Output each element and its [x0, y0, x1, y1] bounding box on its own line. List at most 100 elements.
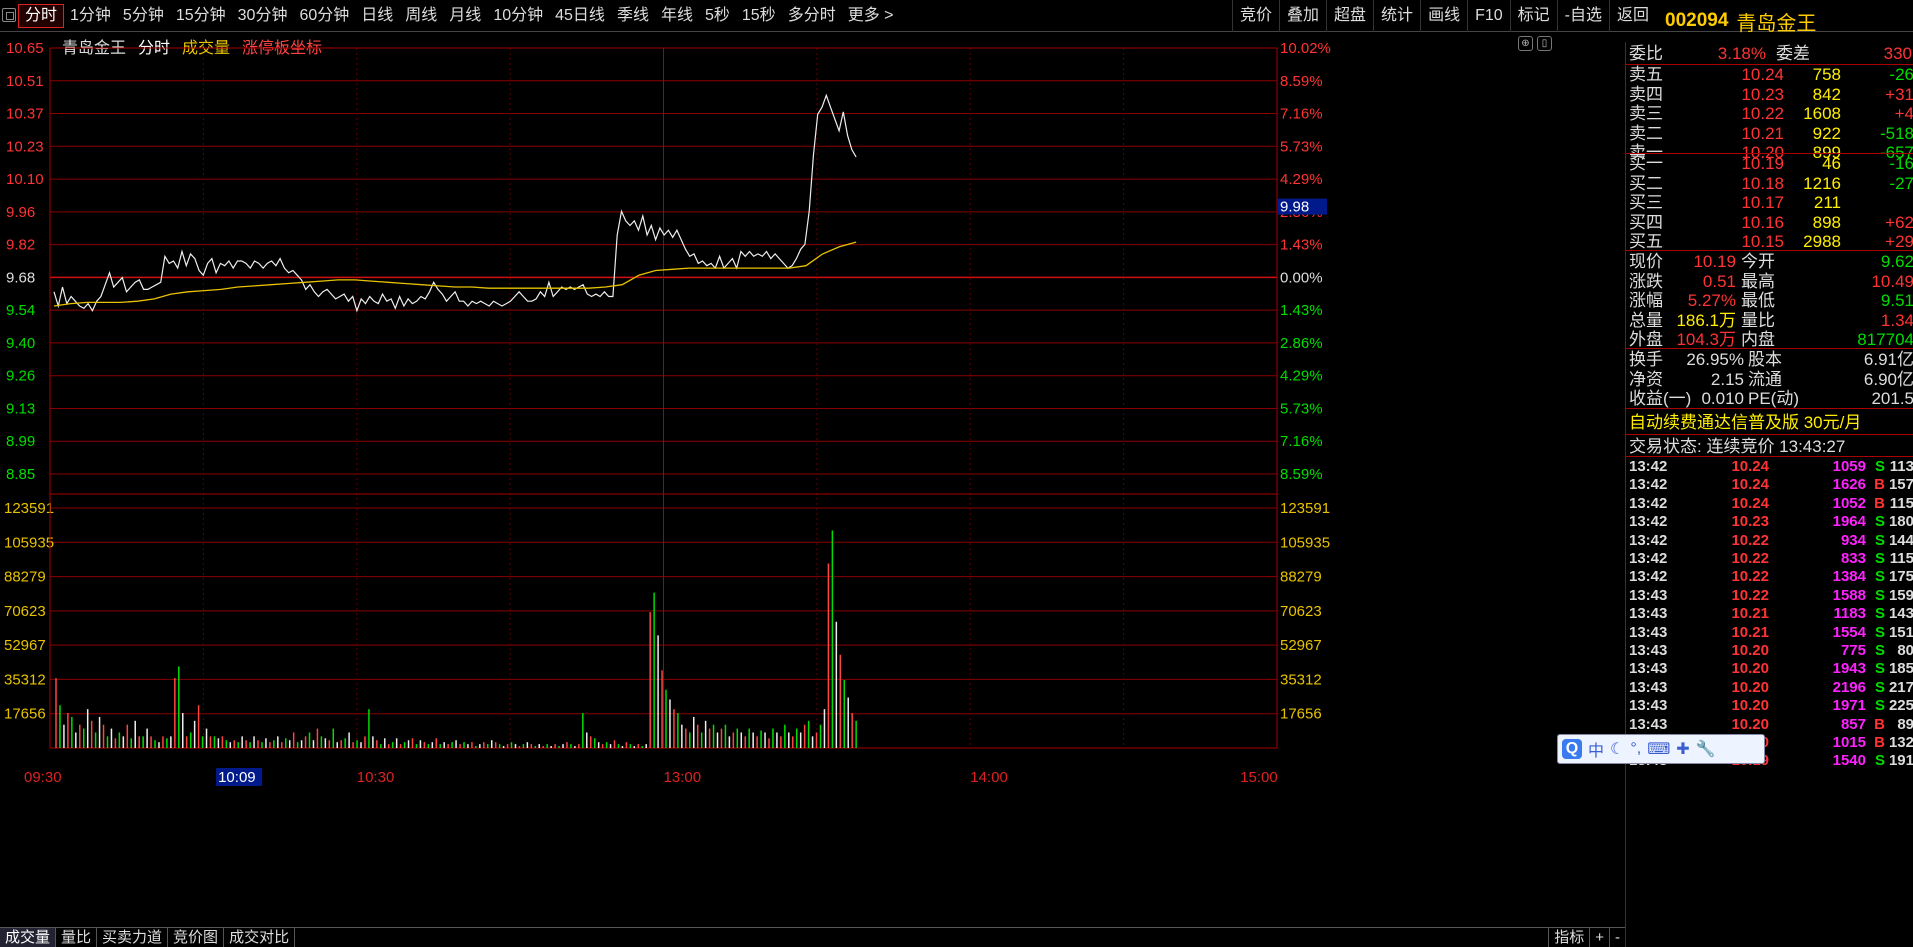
tick-count: 115	[1889, 494, 1913, 512]
pct-tick: 8.59%	[1280, 466, 1323, 483]
period-tab-1[interactable]: 1分钟	[64, 0, 117, 32]
tick-price: 10.20	[1731, 660, 1769, 678]
price-tick: 10.51	[6, 73, 44, 90]
ad-banner[interactable]: 自动续费通达信普及版 30元/月	[1629, 411, 1913, 435]
period-tab-3[interactable]: 15分钟	[170, 0, 232, 32]
ime-toolbar[interactable]: Q 中 ☾ °, ⌨ ✚ 🔧	[1557, 734, 1765, 764]
period-tab-2[interactable]: 5分钟	[117, 0, 170, 32]
toolbar-btn-5[interactable]: F10	[1467, 0, 1510, 32]
tick-volume: 2196	[1832, 678, 1866, 696]
indicator-tab-3[interactable]: 竞价图	[168, 928, 225, 947]
tick-volume: 1384	[1832, 568, 1866, 586]
price-tick: 8.99	[6, 433, 35, 450]
period-tab-10[interactable]: 45日线	[549, 0, 611, 32]
bottom-ctrl-1[interactable]: +	[1589, 928, 1609, 947]
indicator-tab-1[interactable]: 量比	[56, 928, 98, 947]
tick-side: B	[1874, 494, 1885, 512]
period-tab-4[interactable]: 30分钟	[232, 0, 294, 32]
toolbar-btn-2[interactable]: 超盘	[1326, 0, 1373, 32]
tick-count: 180	[1888, 513, 1913, 531]
tools-icon[interactable]: ✚	[1676, 739, 1689, 759]
tick-count: 157	[1888, 476, 1913, 494]
period-tab-6[interactable]: 日线	[355, 0, 399, 32]
tick-volume: 1964	[1832, 513, 1866, 531]
tick-price: 10.20	[1731, 678, 1769, 696]
volume-tick: 35312	[4, 671, 46, 688]
period-tab-11[interactable]: 季线	[611, 0, 655, 32]
tick-side: S	[1874, 697, 1885, 715]
tick-count: 217	[1888, 678, 1913, 696]
bottom-ctrl-2[interactable]: -	[1609, 928, 1625, 947]
tick-time: 13:43	[1629, 623, 1668, 641]
tick-price: 10.24	[1731, 476, 1769, 494]
tick-count: 80	[1897, 642, 1913, 659]
indicator-tab-2[interactable]: 买卖力道	[97, 928, 169, 947]
keyboard-icon[interactable]: ⌨	[1647, 739, 1670, 759]
volume-tick-right: 52967	[1280, 637, 1322, 654]
toolbar-btn-3[interactable]: 统计	[1373, 0, 1420, 32]
ime-logo-icon[interactable]: Q	[1562, 739, 1582, 759]
volume-tick-right: 17656	[1280, 706, 1322, 723]
punctuation-icon[interactable]: °,	[1630, 740, 1641, 758]
tick-price: 10.20	[1731, 697, 1769, 715]
period-tab-5[interactable]: 60分钟	[293, 0, 355, 32]
tick-count: 132	[1888, 734, 1913, 751]
period-tab-13[interactable]: 5秒	[699, 0, 736, 32]
tick-price: 10.20	[1731, 642, 1769, 659]
period-tab-8[interactable]: 月线	[443, 0, 487, 32]
indicator-tab-4[interactable]: 成交对比	[224, 928, 296, 947]
tick-side: S	[1874, 752, 1885, 770]
tick-row: 13:42 10.24 1052 B 115	[1626, 495, 1913, 513]
toolbar-btn-4[interactable]: 画线	[1420, 0, 1467, 32]
tick-side: S	[1874, 623, 1885, 641]
price-tick: 9.26	[6, 368, 35, 385]
pct-tick: 0.00%	[1280, 269, 1323, 286]
tick-side: S	[1874, 660, 1885, 678]
tick-volume: 1183	[1833, 605, 1866, 623]
tick-time: 13:43	[1629, 605, 1668, 623]
wrench-icon[interactable]: 🔧	[1696, 739, 1716, 759]
period-tab-15[interactable]: 多分时	[782, 0, 842, 32]
bottom-right-controls: 指标 + -	[1548, 928, 1625, 947]
period-tab-9[interactable]: 10分钟	[487, 0, 549, 32]
period-tab-12[interactable]: 年线	[655, 0, 699, 32]
window-icon[interactable]	[2, 8, 16, 22]
tick-row: 13:43 10.21 1183 S 143	[1626, 605, 1913, 623]
time-tick: 15:00	[1240, 769, 1278, 786]
tick-volume: 1554	[1832, 623, 1866, 641]
tick-time: 13:42	[1629, 494, 1668, 512]
tick-count: 151	[1888, 623, 1913, 641]
period-tab-0[interactable]: 分时	[18, 4, 65, 28]
indicator-tab-0[interactable]: 成交量	[0, 928, 57, 947]
price-tick: 10.65	[6, 40, 44, 57]
tick-volume: 1626	[1832, 476, 1866, 494]
period-tab-7[interactable]: 周线	[399, 0, 443, 32]
pct-tick: 2.86%	[1280, 335, 1323, 352]
toolbar-btn-7[interactable]: -自选	[1556, 0, 1609, 32]
pct-tick: 7.16%	[1280, 106, 1323, 123]
tick-row: 13:43 10.20 2196 S 217	[1626, 679, 1913, 697]
quote-panel: 委比 3.18% 委差 330 卖五 10.24 758 -26 卖四 10.23 842 +31 卖三…	[1625, 42, 1913, 947]
bottom-ctrl-0[interactable]: 指标	[1548, 928, 1589, 947]
period-tab-16[interactable]: 更多 >	[842, 0, 900, 32]
toolbar-btn-1[interactable]: 叠加	[1279, 0, 1326, 32]
time-tick: 10:30	[357, 769, 395, 786]
toolbar-btn-6[interactable]: 标记	[1509, 0, 1557, 32]
price-tick: 9.82	[6, 237, 35, 254]
time-tick: 09:30	[24, 769, 62, 786]
tick-volume: 857	[1840, 715, 1866, 733]
intraday-chart[interactable]: 10.65 10.02% 10.51 8.59% 10.37 7.16% 10.23 5.73…	[0, 32, 1625, 927]
period-tab-14[interactable]: 15秒	[736, 0, 782, 32]
ime-chinese-mode[interactable]: 中	[1588, 737, 1604, 761]
toolbar-btn-0[interactable]: 竞价	[1232, 0, 1279, 32]
moon-icon[interactable]: ☾	[1610, 739, 1624, 759]
price-tick: 10.23	[6, 138, 44, 155]
tick-price: 10.22	[1731, 586, 1769, 604]
tick-time: 13:42	[1629, 531, 1668, 549]
tick-price: 10.24	[1731, 494, 1769, 512]
volume-tick-right: 88279	[1280, 569, 1322, 586]
tick-row: 13:43 10.20 1943 S 185	[1626, 660, 1913, 678]
cursor-price-text: 9.98	[1280, 199, 1309, 216]
price-line	[53, 93, 857, 313]
tick-side: S	[1874, 550, 1885, 567]
